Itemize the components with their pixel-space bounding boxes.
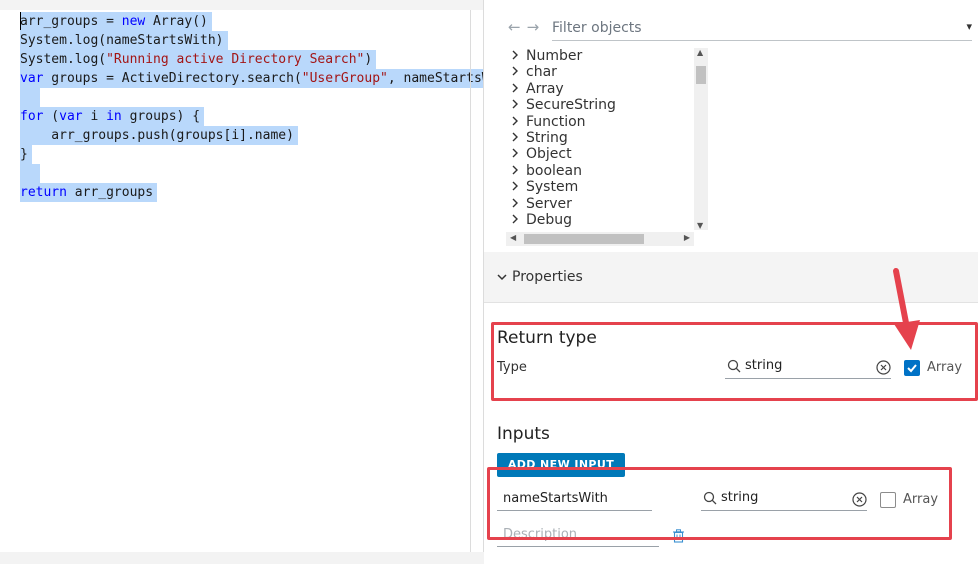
chevron-down-icon[interactable] bbox=[496, 271, 508, 286]
scroll-right-icon[interactable]: ▶ bbox=[684, 233, 690, 242]
tree-item[interactable]: boolean bbox=[510, 163, 582, 179]
tree-item-label: Number bbox=[526, 48, 583, 64]
tree-item-label: SecureString bbox=[526, 97, 616, 114]
tree-item[interactable]: Debug bbox=[510, 212, 572, 228]
code-line[interactable]: } bbox=[20, 145, 32, 164]
tree-item[interactable]: Number bbox=[510, 48, 582, 64]
chevron-right-icon[interactable] bbox=[510, 48, 526, 64]
chevron-right-icon[interactable] bbox=[510, 64, 526, 80]
code-line[interactable]: System.log(nameStartsWith) bbox=[20, 31, 228, 50]
script-editor[interactable]: arr_groups = new Array() System.log(nameS… bbox=[0, 0, 484, 564]
tree-item[interactable]: String bbox=[510, 130, 568, 146]
tree-item[interactable]: System bbox=[510, 179, 578, 195]
editor-bottom-bar bbox=[0, 552, 484, 564]
chevron-right-icon[interactable] bbox=[510, 163, 526, 179]
tree-item[interactable]: Object bbox=[510, 146, 572, 162]
chevron-down-icon[interactable]: ▾ bbox=[966, 20, 972, 33]
scroll-up-icon[interactable]: ▲ bbox=[697, 48, 703, 57]
api-explorer: ←→ Filter objects ▾ Number char Array Secur… bbox=[484, 0, 978, 252]
chevron-right-icon[interactable] bbox=[510, 130, 526, 146]
tree-vertical-scrollbar[interactable]: ▲ ▼ bbox=[694, 48, 708, 230]
text-cursor bbox=[20, 12, 21, 30]
code-line[interactable]: System.log("Running active Directory Sea… bbox=[20, 50, 377, 69]
filter-objects-input[interactable]: Filter objects ▾ bbox=[552, 20, 972, 41]
inputs-highlight-box bbox=[487, 467, 952, 540]
properties-title: Properties bbox=[512, 269, 583, 285]
code-line[interactable] bbox=[20, 88, 40, 107]
object-tree: Number char Array SecureString Function Strin… bbox=[506, 46, 706, 246]
scroll-down-icon[interactable]: ▼ bbox=[697, 221, 703, 230]
tree-item[interactable]: Function bbox=[510, 114, 586, 130]
tree-item-label: System bbox=[526, 179, 579, 196]
chevron-right-icon[interactable] bbox=[510, 212, 526, 228]
tree-item[interactable]: Array bbox=[510, 81, 564, 97]
tree-item-label: Debug bbox=[526, 212, 573, 228]
tree-item[interactable]: char bbox=[510, 64, 557, 80]
chevron-right-icon[interactable] bbox=[510, 97, 526, 113]
code-line[interactable]: return arr_groups bbox=[20, 183, 158, 202]
annotation-arrow-icon bbox=[893, 268, 920, 350]
code-line[interactable]: for (var i in groups) { bbox=[20, 107, 205, 126]
tree-item[interactable]: SecureString bbox=[510, 97, 616, 113]
tree-item-label: Server bbox=[526, 195, 572, 212]
inputs-title: Inputs bbox=[497, 424, 550, 444]
chevron-right-icon[interactable] bbox=[510, 196, 526, 212]
tree-item-label: Function bbox=[526, 113, 586, 130]
chevron-right-icon[interactable] bbox=[510, 114, 526, 130]
tree-item-label: Array bbox=[526, 80, 564, 97]
editor-divider bbox=[470, 10, 471, 552]
code-line[interactable]: arr_groups = new Array() bbox=[20, 12, 212, 31]
code-line[interactable]: arr_groups.push(groups[i].name) bbox=[20, 126, 298, 145]
scroll-left-icon[interactable]: ◀ bbox=[510, 233, 516, 242]
chevron-right-icon[interactable] bbox=[510, 81, 526, 97]
tree-horizontal-scrollbar[interactable]: ◀ ▶ bbox=[506, 232, 694, 246]
history-nav: ←→ bbox=[508, 18, 545, 36]
tree-item[interactable]: Server bbox=[510, 196, 572, 212]
chevron-right-icon[interactable] bbox=[510, 146, 526, 162]
tree-item-label: Object bbox=[526, 146, 572, 163]
scroll-thumb[interactable] bbox=[524, 234, 644, 244]
code-line[interactable]: var groups = ActiveDirectory.search("Use… bbox=[20, 69, 484, 88]
tree-item-label: String bbox=[526, 130, 568, 146]
chevron-right-icon[interactable] bbox=[510, 179, 526, 195]
back-arrow-icon[interactable]: ← bbox=[508, 18, 527, 36]
tree-item-label: boolean bbox=[526, 162, 582, 179]
forward-arrow-icon[interactable]: → bbox=[527, 18, 546, 36]
filter-placeholder: Filter objects bbox=[552, 20, 642, 36]
editor-top-bar bbox=[0, 0, 484, 10]
scroll-thumb[interactable] bbox=[696, 66, 706, 84]
code-line[interactable] bbox=[20, 164, 40, 183]
tree-item-label: char bbox=[526, 64, 557, 81]
